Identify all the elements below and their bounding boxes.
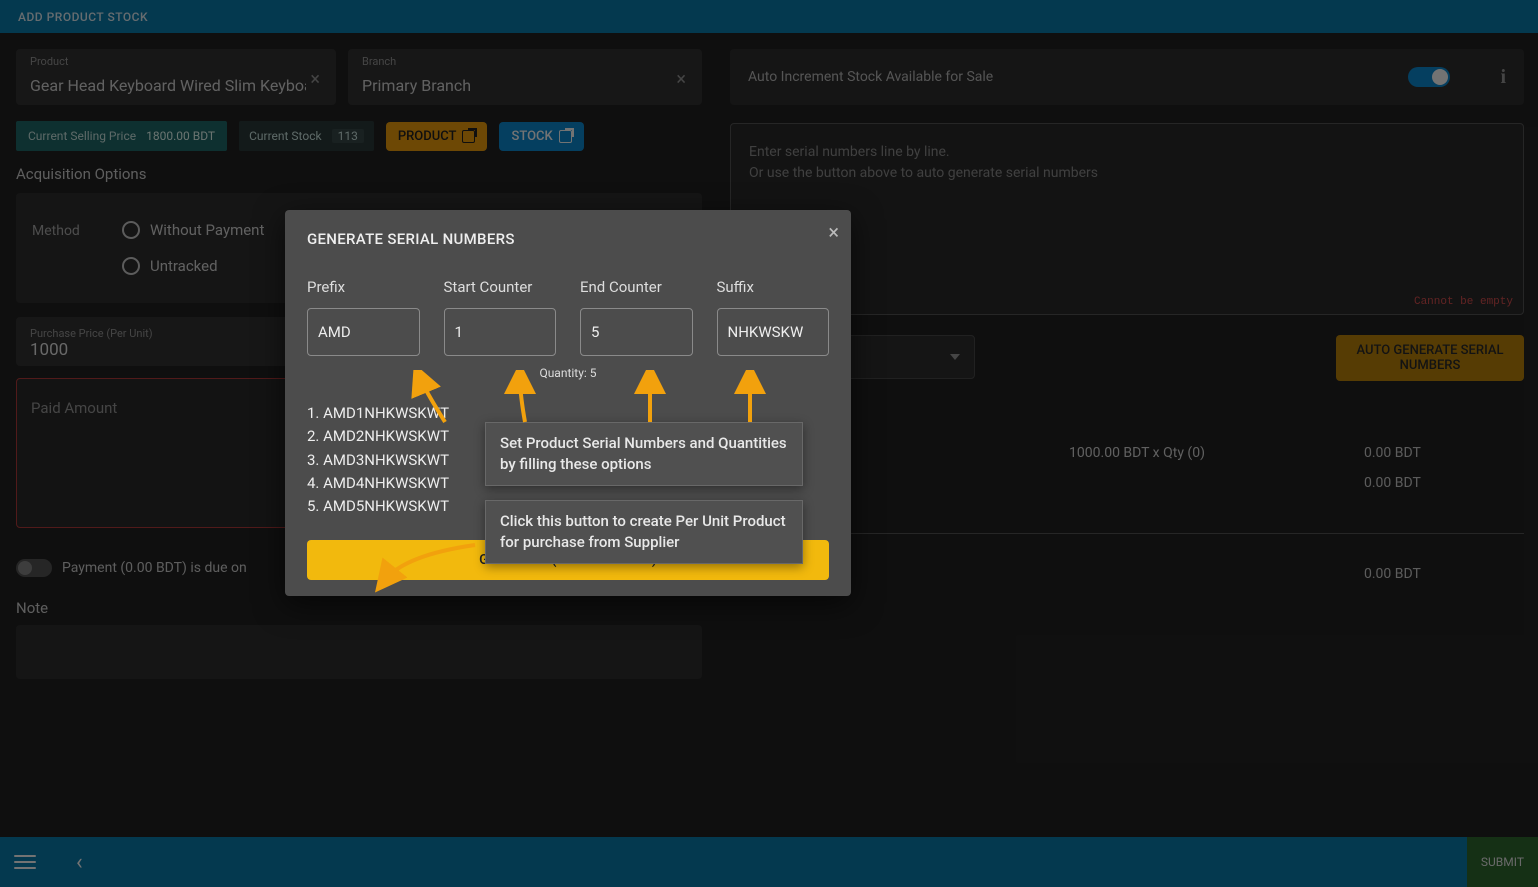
- generate-serial-modal: GENERATE SERIAL NUMBERS × Prefix Start C…: [285, 210, 851, 596]
- start-counter-input[interactable]: [444, 308, 557, 356]
- suffix-input[interactable]: [717, 308, 830, 356]
- prefix-input[interactable]: [307, 308, 420, 356]
- quantity-text: Quantity: 5: [307, 366, 829, 380]
- annotation-set-serial: Set Product Serial Numbers and Quantitie…: [485, 422, 803, 486]
- close-icon[interactable]: ×: [828, 220, 839, 244]
- annotation-generate: Click this button to create Per Unit Pro…: [485, 500, 803, 564]
- suffix-label: Suffix: [717, 278, 830, 296]
- prefix-label: Prefix: [307, 278, 420, 296]
- end-counter-input[interactable]: [580, 308, 693, 356]
- modal-title: GENERATE SERIAL NUMBERS: [307, 230, 829, 248]
- start-counter-label: Start Counter: [444, 278, 557, 296]
- end-counter-label: End Counter: [580, 278, 693, 296]
